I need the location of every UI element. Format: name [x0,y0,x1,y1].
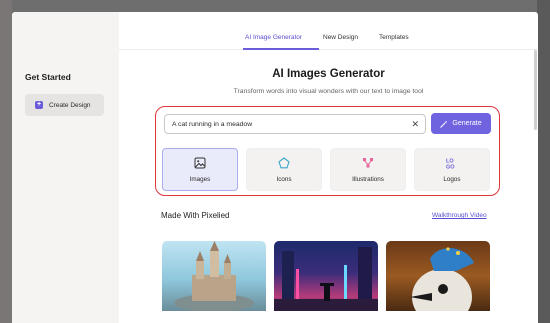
sidebar: Get Started + Create Design [12,12,119,323]
backdrop-left-strip [0,0,12,323]
gallery-image-neon-city[interactable] [274,241,378,311]
gallery-image-bird[interactable] [386,241,490,311]
category-label: Illustrations [352,175,384,183]
gallery-heading: Made With Pixelied [161,211,230,220]
image-icon [194,157,206,168]
category-label: Icons [276,175,292,183]
prompt-field[interactable]: ✕ [164,114,426,134]
svg-text:GO: GO [446,164,455,169]
illustration-icon [363,157,373,167]
logo-icon: LO GO [446,158,455,169]
create-design-button[interactable]: + Create Design [25,94,104,116]
create-design-label: Create Design [49,101,91,109]
category-illustrations[interactable]: Illustrations [330,148,406,191]
generator-title: AI Images Generator [272,68,385,80]
category-label: Images [189,175,211,183]
category-logos[interactable]: LO GO Logos [414,148,490,191]
category-label: Logos [443,175,461,183]
backdrop-top-strip [0,0,550,12]
walkthrough-video-link[interactable]: Walkthrough Video [432,212,487,219]
clear-icon[interactable]: ✕ [411,119,419,129]
pentagon-icon [278,156,290,168]
tab-ai-image-generator[interactable]: AI Image Generator [245,34,302,41]
generate-label: Generate [452,120,482,127]
prompt-input[interactable] [172,120,407,128]
plus-icon: + [35,101,43,109]
tab-bar: AI Image Generator New Design Templates [119,12,538,50]
magic-wand-icon [440,120,448,128]
sidebar-title: Get Started [25,72,71,82]
modal-scrollbar[interactable] [534,50,537,130]
gallery-image-castle[interactable] [162,241,266,311]
category-images[interactable]: Images [162,148,238,191]
generator-subtitle: Transform words into visual wonders with… [233,88,424,95]
tab-new-design[interactable]: New Design [323,34,358,41]
active-tab-indicator [243,48,319,50]
generate-button[interactable]: Generate [431,113,491,134]
tab-templates[interactable]: Templates [379,34,409,41]
category-icons[interactable]: Icons [246,148,322,191]
backdrop-right-strip [537,0,550,323]
